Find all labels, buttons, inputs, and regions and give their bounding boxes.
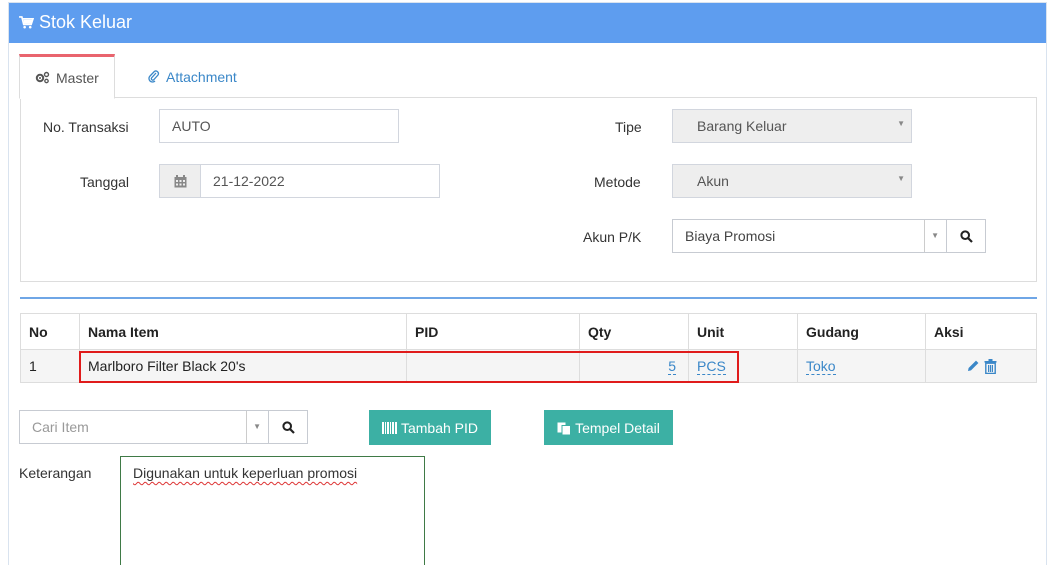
row-no: 1 xyxy=(20,349,80,383)
row-aksi xyxy=(925,349,1037,383)
keterangan-label: Keterangan xyxy=(19,465,92,481)
no-transaksi-input[interactable]: AUTO xyxy=(159,109,399,143)
panel-header: Stok Keluar xyxy=(9,3,1046,43)
tambah-pid-label: Tambah PID xyxy=(400,419,479,436)
tab-master[interactable]: Master xyxy=(19,54,115,99)
metode-value: Akun xyxy=(697,173,729,189)
section-divider xyxy=(20,297,1037,299)
no-transaksi-value: AUTO xyxy=(172,118,211,134)
tempel-detail-label: Tempel Detail xyxy=(575,419,660,436)
trash-icon[interactable] xyxy=(984,358,997,374)
page-title: Stok Keluar xyxy=(39,12,133,32)
calendar-icon xyxy=(174,174,186,187)
chevron-down-icon: ▼ xyxy=(897,119,905,128)
panel-title: Stok Keluar xyxy=(19,12,132,33)
col-no: No xyxy=(20,313,80,350)
chevron-down-icon: ▼ xyxy=(897,174,905,183)
akun-pk-select[interactable]: Biaya Promosi ▼ xyxy=(672,219,947,253)
akun-pk-label: Akun P/K xyxy=(583,229,642,245)
metode-label: Metode xyxy=(594,174,641,190)
metode-select[interactable]: Akun ▼ xyxy=(672,164,912,198)
col-nama-item: Nama Item xyxy=(79,313,407,350)
col-unit: Unit xyxy=(688,313,798,350)
gears-icon xyxy=(35,71,50,84)
tab-master-label: Master xyxy=(56,69,99,86)
akun-search-button[interactable] xyxy=(946,219,986,253)
col-gudang: Gudang xyxy=(797,313,926,350)
tanggal-label: Tanggal xyxy=(80,174,130,190)
chevron-down-icon: ▼ xyxy=(931,231,939,240)
row-gudang[interactable]: Toko xyxy=(797,349,926,383)
tipe-select[interactable]: Barang Keluar ▼ xyxy=(672,109,912,143)
cari-item-search-button[interactable] xyxy=(268,410,308,444)
tab-attachment[interactable]: Attachment xyxy=(133,54,252,99)
tipe-label: Tipe xyxy=(615,119,642,135)
tab-attachment-label: Attachment xyxy=(166,68,237,85)
tanggal-value: 21-12-2022 xyxy=(213,173,285,189)
akun-pk-value: Biaya Promosi xyxy=(685,228,776,244)
cari-item-placeholder: Cari Item xyxy=(32,419,89,435)
paperclip-icon xyxy=(148,70,160,83)
keterangan-textarea[interactable]: Digunakan untuk keperluan promosi xyxy=(120,456,425,565)
barcode-icon xyxy=(381,421,397,434)
table-header-row: No Nama Item PID Qty Unit Gudang Aksi xyxy=(20,313,1037,350)
col-pid: PID xyxy=(406,313,580,350)
tanggal-input[interactable]: 21-12-2022 xyxy=(200,164,440,198)
tempel-detail-button[interactable]: Tempel Detail xyxy=(544,410,673,445)
gudang-editable[interactable]: Toko xyxy=(806,358,836,375)
tipe-value: Barang Keluar xyxy=(697,118,787,134)
page: Stok Keluar Master Attachment No. Transa… xyxy=(0,0,1054,565)
pencil-icon[interactable] xyxy=(966,359,980,373)
cari-item-select[interactable]: Cari Item ▼ xyxy=(19,410,269,444)
paste-icon xyxy=(557,422,572,435)
highlight-annotation xyxy=(79,351,739,383)
cart-icon xyxy=(19,16,34,29)
keterangan-value: Digunakan untuk keperluan promosi xyxy=(133,465,358,481)
search-icon xyxy=(281,420,295,434)
no-transaksi-label: No. Transaksi xyxy=(43,119,129,135)
chevron-down-icon: ▼ xyxy=(253,422,261,431)
col-aksi: Aksi xyxy=(925,313,1037,350)
search-icon xyxy=(959,229,973,243)
stok-keluar-panel: Stok Keluar Master Attachment No. Transa… xyxy=(8,2,1047,565)
master-form: No. Transaksi AUTO Tanggal 21-12-2022 Ti… xyxy=(20,97,1037,282)
calendar-addon[interactable] xyxy=(159,164,201,198)
tambah-pid-button[interactable]: Tambah PID xyxy=(369,410,491,445)
col-qty: Qty xyxy=(579,313,689,350)
